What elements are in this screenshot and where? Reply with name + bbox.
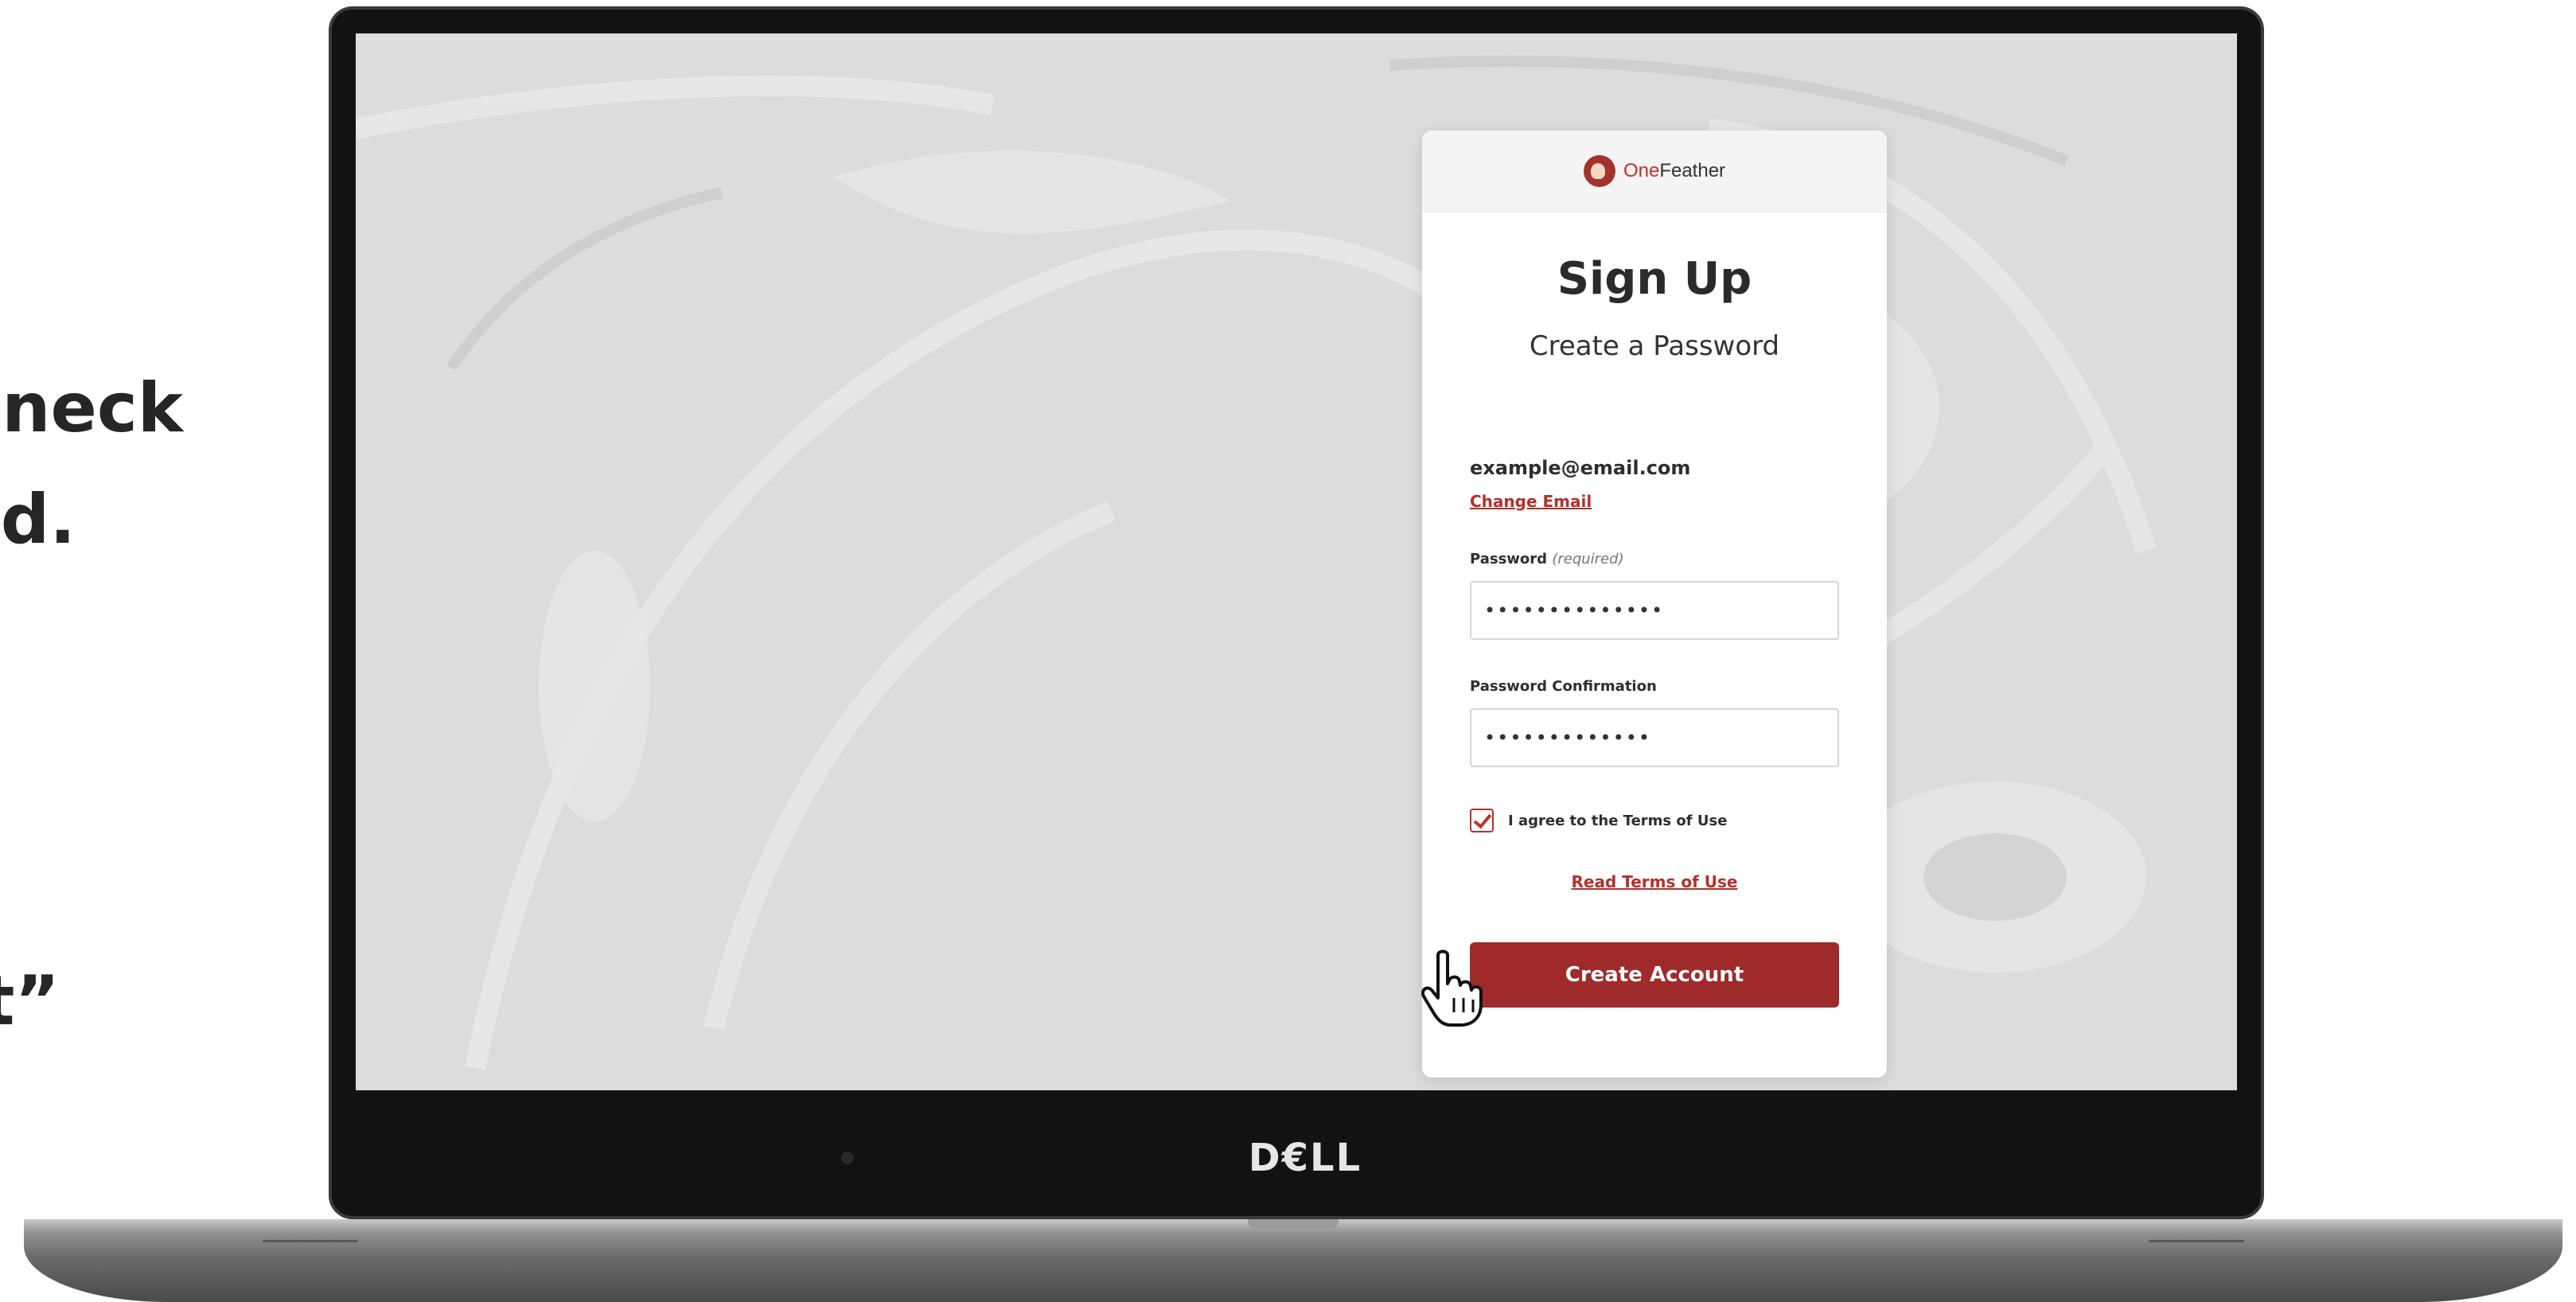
instruction-text-line-3: nt”	[0, 961, 60, 1041]
terms-checkbox[interactable]	[1470, 809, 1494, 832]
base-detail	[263, 1240, 358, 1242]
laptop-notch	[1248, 1219, 1339, 1229]
laptop-base	[24, 1219, 2562, 1302]
app-logo-text: OneFeather	[1623, 160, 1726, 181]
password-confirmation-label: Password Confirmation	[1470, 678, 1657, 695]
instruction-text-line-2: d.	[0, 480, 76, 559]
email-display: example@email.com	[1470, 457, 1691, 479]
card-header: OneFeather	[1422, 131, 1887, 212]
password-input[interactable]: ••••••••••••••	[1470, 581, 1839, 640]
webcam-icon	[841, 1152, 854, 1164]
page-title: Sign Up	[1557, 253, 1752, 305]
feather-logo-icon	[1583, 155, 1615, 187]
instruction-text-line-1: neck	[2, 368, 183, 448]
read-terms-link[interactable]: Read Terms of Use	[1572, 872, 1738, 891]
brand-logo: D€LL	[1248, 1136, 1362, 1180]
password-confirmation-input[interactable]: •••••••••••••	[1470, 708, 1839, 767]
base-detail	[2149, 1240, 2244, 1242]
signup-card: OneFeather Sign Up Create a Password exa…	[1422, 131, 1887, 1078]
create-account-button[interactable]: Create Account	[1470, 942, 1839, 1008]
terms-checkbox-label: I agree to the Terms of Use	[1508, 812, 1728, 829]
change-email-link[interactable]: Change Email	[1470, 492, 1592, 511]
password-label: Password (required)	[1470, 551, 1624, 567]
background-artwork	[356, 33, 2237, 1090]
page-subtitle: Create a Password	[1529, 330, 1780, 362]
hand-pointer-cursor-icon	[1421, 949, 1483, 1027]
laptop-screen: OneFeather Sign Up Create a Password exa…	[356, 33, 2237, 1090]
